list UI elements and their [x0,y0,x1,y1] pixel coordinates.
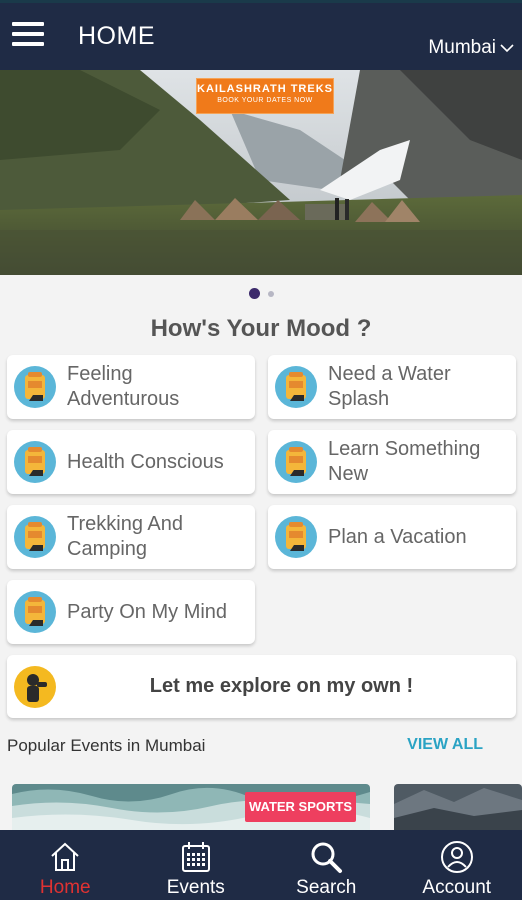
home-icon [51,842,79,871]
nav-events[interactable]: Events [131,830,262,900]
status-strip [0,0,522,3]
mood-label-line1: Health Conscious [67,450,224,473]
mood-card-health-conscious[interactable]: Health Conscious [7,430,255,494]
mood-label-line2: Splash [328,388,390,410]
mood-card-party[interactable]: Party On My Mind [7,580,255,644]
section-title: Popular Events in Mumbai [7,736,206,755]
mood-label-line1: Party On My Mind [67,600,228,623]
mood-label-line2: Camping [67,538,148,560]
carousel-indicator [0,288,522,299]
mood-label-line1: Learn Something [328,438,481,460]
bottom-navigation: Home Events Search Account [0,830,522,900]
search-icon [311,842,343,873]
banner-logo-subtitle: BOOK YOUR DATES NOW [217,97,313,104]
mood-label-line1: Trekking And [67,513,183,535]
mood-label-line1: Feeling [67,363,133,385]
backpack-icon [275,441,317,483]
event-card[interactable] [394,784,522,830]
chevron-down-icon [500,44,514,53]
backpack-icon [275,366,317,408]
nav-home-label: Home [39,877,91,898]
backpack-icon [275,516,317,558]
promo-banner[interactable]: KAILASHRATH TREKS BOOK YOUR DATES NOW [0,70,522,275]
backpack-icon [14,516,56,558]
mood-card-adventurous[interactable]: Feeling Adventurous [7,355,255,419]
mood-card-trekking-camping[interactable]: Trekking And Camping [7,505,255,569]
mood-section-title: How's Your Mood ? [150,315,372,342]
menu-icon[interactable] [12,22,44,46]
event-category-badge: WATER SPORTS [245,792,356,822]
event-image [394,784,522,830]
nav-search-label: Search [296,877,357,898]
page-title: HOME [78,22,155,50]
explore-own-button[interactable]: Let me explore on my own ! [7,655,516,718]
nav-events-label: Events [166,877,225,898]
mood-label-line2: New [328,463,369,485]
mood-card-learn-something[interactable]: Learn Something New [268,430,516,494]
account-icon [440,841,473,873]
city-selector[interactable]: Mumbai [428,37,514,59]
mood-card-plan-vacation[interactable]: Plan a Vacation [268,505,516,569]
banner-logo-title: KAILASHRATH TREKS [197,83,333,95]
carousel-dot[interactable] [267,290,274,297]
nav-account-label: Account [422,877,492,898]
app-bar: HOME Mumbai [0,0,522,70]
popular-events-header: Popular Events in Mumbai VIEW ALL [7,736,515,758]
calendar-icon [181,842,210,872]
mood-label-line2: Adventurous [67,388,180,410]
view-all-link[interactable]: VIEW ALL [407,736,483,754]
backpack-icon [14,441,56,483]
nav-home[interactable]: Home [0,830,131,900]
nav-account[interactable]: Account [392,830,522,900]
nav-search[interactable]: Search [261,830,392,900]
backpack-icon [14,366,56,408]
backpack-icon [14,591,56,633]
explore-label: Let me explore on my own ! [149,675,414,697]
mood-label-line1: Need a Water [328,363,451,385]
banner-logo: KAILASHRATH TREKS BOOK YOUR DATES NOW [196,78,334,114]
city-label: Mumbai [428,37,496,58]
mood-card-water-splash[interactable]: Need a Water Splash [268,355,516,419]
carousel-dot-active[interactable] [248,288,260,299]
mood-label-line1: Plan a Vacation [328,525,467,548]
